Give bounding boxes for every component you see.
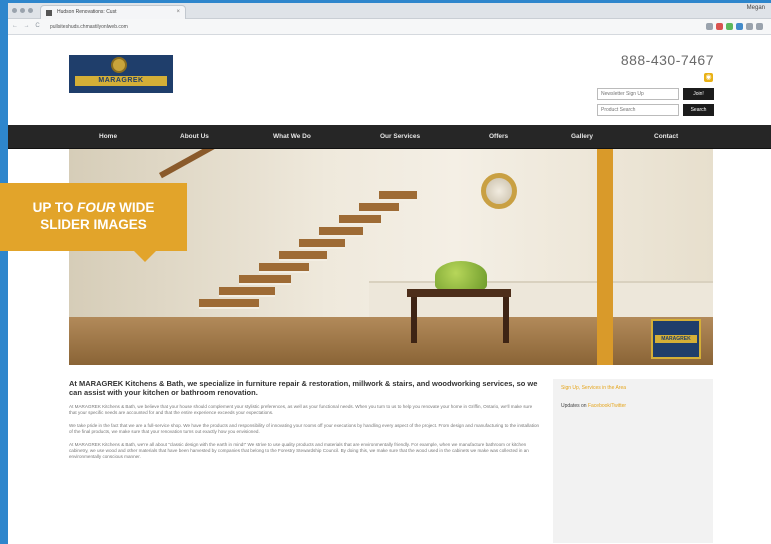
- table-leg: [503, 297, 509, 343]
- stair-step: [319, 227, 363, 237]
- tab-title: Hudson Renovations: Cust: [57, 9, 117, 15]
- table-leg: [411, 297, 417, 343]
- nav-item-what-we-do[interactable]: What We Do: [273, 125, 311, 149]
- sidebar-panel: Sign Up, Services in the Area Updates on…: [553, 379, 713, 543]
- search-form: Search: [597, 104, 714, 116]
- stair-step: [279, 251, 327, 261]
- logo-seal-icon: [111, 57, 127, 73]
- callout-line1-pre: UP TO: [32, 200, 78, 215]
- stair-step: [259, 263, 309, 273]
- nav-item-gallery[interactable]: Gallery: [571, 125, 593, 149]
- nav-buttons[interactable]: ← → C: [12, 23, 42, 29]
- nav-item-home[interactable]: Home: [99, 125, 117, 149]
- sidebar-updates: Updates on Facebook/Twitter: [553, 397, 713, 415]
- stair-step: [299, 239, 345, 249]
- profile-label[interactable]: Megan: [747, 5, 765, 11]
- rss-icon[interactable]: ◉: [704, 73, 713, 82]
- nav-item-offers[interactable]: Offers: [489, 125, 508, 149]
- browser-tab[interactable]: Hudson Renovations: Cust ×: [40, 5, 186, 19]
- callout-text: UP TO FOUR WIDE SLIDER IMAGES: [0, 199, 187, 233]
- stair-step: [359, 203, 399, 213]
- slider-callout: UP TO FOUR WIDE SLIDER IMAGES: [0, 183, 187, 251]
- round-mirror: [481, 173, 517, 209]
- door-frame: [597, 149, 613, 365]
- phone-number: 888-430-7467: [620, 52, 714, 68]
- content-paragraph: At MARAGREK Kitchens & Bath, we're all a…: [69, 441, 529, 460]
- stair-step: [219, 287, 275, 297]
- slider-logo-wordmark: MARAGREK: [655, 335, 697, 343]
- search-button[interactable]: Search: [683, 104, 714, 116]
- callout-line1-post: WIDE: [115, 200, 155, 215]
- plant: [435, 261, 487, 291]
- main-nav: Home About Us What We Do Our Services Of…: [8, 125, 771, 149]
- url-field[interactable]: pullsiteshuds.chmastilyonlweb.com: [44, 22, 684, 33]
- stair-step: [339, 215, 381, 225]
- stair-step: [239, 275, 291, 285]
- address-bar-row: ← → C pullsiteshuds.chmastilyonlweb.com: [8, 19, 771, 35]
- main-content: At MARAGREK Kitchens & Bath, we speciali…: [69, 379, 541, 467]
- window-controls[interactable]: [12, 8, 33, 13]
- sidebar-heading[interactable]: Sign Up, Services in the Area: [553, 379, 713, 397]
- slider-logo: MARAGREK: [651, 319, 701, 359]
- slider-wainscot: [369, 281, 713, 321]
- content-paragraph: We take pride in the fact that we are a …: [69, 422, 540, 435]
- stair-step: [379, 191, 417, 201]
- hero-slider[interactable]: MARAGREK: [69, 149, 713, 365]
- callout-pointer: [134, 251, 156, 262]
- extension-icons[interactable]: [706, 23, 763, 30]
- tab-bar: Hudson Renovations: Cust × Megan: [8, 3, 771, 19]
- stair-step: [199, 299, 259, 309]
- browser-window: Hudson Renovations: Cust × Megan ← → C p…: [8, 3, 771, 544]
- callout-line2: SLIDER IMAGES: [40, 217, 147, 232]
- join-button[interactable]: Join!: [683, 88, 714, 100]
- newsletter-input[interactable]: [597, 88, 679, 100]
- callout-line1-emphasis: FOUR: [77, 200, 116, 215]
- side-table: [407, 289, 511, 297]
- favicon-icon: [46, 10, 52, 16]
- content-heading: At MARAGREK Kitchens & Bath, we speciali…: [69, 379, 538, 397]
- site-logo[interactable]: MARAGREK: [69, 55, 173, 93]
- slider-floor: [69, 317, 713, 365]
- site-page: MARAGREK 888-430-7467 ◉ Join! Search Hom…: [8, 35, 771, 543]
- search-input[interactable]: [597, 104, 679, 116]
- updates-prefix: Updates on: [561, 403, 587, 409]
- updates-link[interactable]: Facebook/Twitter: [588, 403, 626, 409]
- nav-item-our-services[interactable]: Our Services: [380, 125, 420, 149]
- content-paragraph: At MARAGREK Kitchens & Bath, we believe …: [69, 404, 533, 416]
- nav-item-contact[interactable]: Contact: [654, 125, 678, 149]
- tab-close-icon[interactable]: ×: [176, 6, 180, 19]
- nav-item-about-us[interactable]: About Us: [180, 125, 209, 149]
- newsletter-form: Join!: [597, 88, 714, 100]
- logo-wordmark: MARAGREK: [75, 76, 167, 86]
